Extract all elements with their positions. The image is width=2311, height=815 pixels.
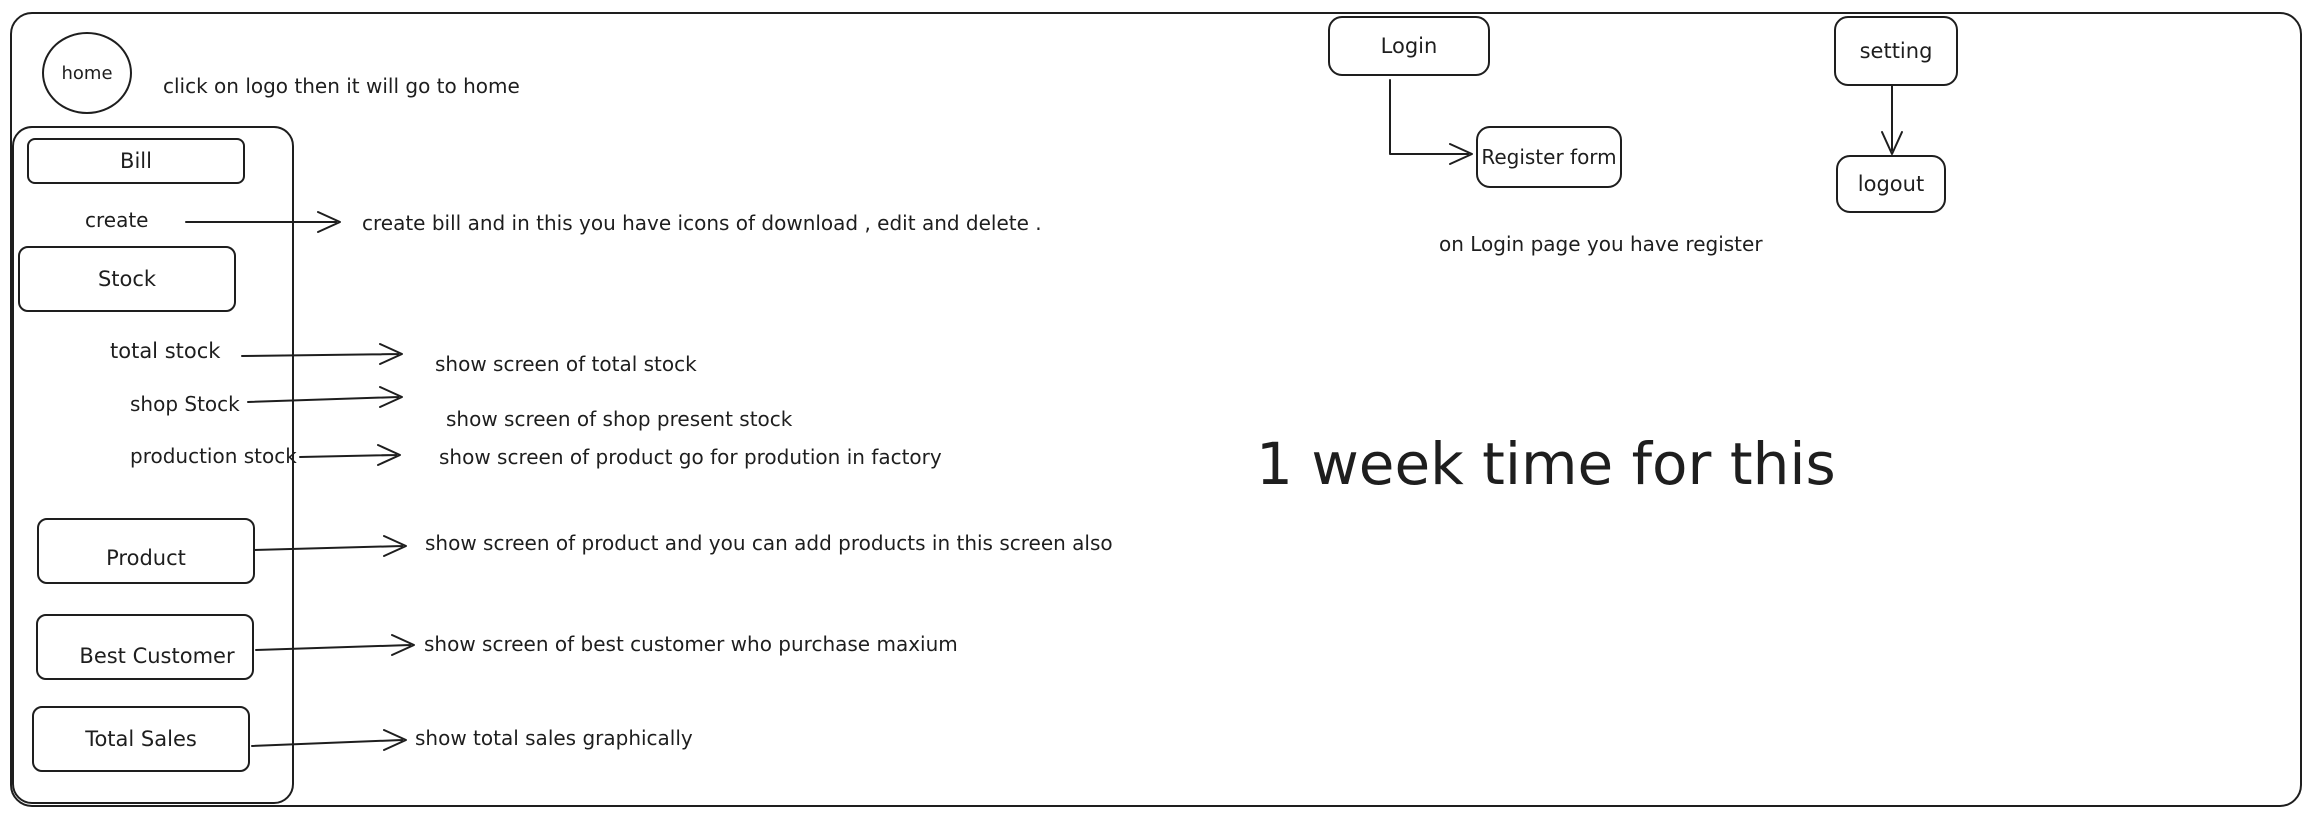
- arrow-setting-logout: [1881, 85, 1903, 155]
- setting-button-label: setting: [1859, 39, 1933, 63]
- note-create: create bill and in this you have icons o…: [362, 211, 1042, 235]
- note-total-sales: show total sales graphically: [415, 726, 693, 750]
- sidebar-item-bill[interactable]: Bill: [27, 138, 245, 184]
- headline: 1 week time for this: [1256, 430, 1836, 498]
- sidebar-item-stock[interactable]: Stock: [18, 246, 236, 312]
- sidebar-item-bill-label: Bill: [120, 149, 152, 173]
- note-product: show screen of product and you can add p…: [425, 531, 1113, 555]
- sidebar-item-total-sales[interactable]: Total Sales: [32, 706, 250, 772]
- home-note: click on logo then it will go to home: [163, 74, 520, 98]
- sidebar-item-stock-label: Stock: [97, 267, 157, 291]
- setting-button[interactable]: setting: [1834, 16, 1958, 86]
- sidebar-item-best-customer[interactable]: Best Customer: [36, 614, 254, 680]
- note-total-stock: show screen of total stock: [435, 352, 697, 376]
- login-register-note: on Login page you have register: [1439, 232, 1763, 256]
- home-logo[interactable]: home: [42, 32, 132, 114]
- login-button[interactable]: Login: [1328, 16, 1490, 76]
- sidebar-item-best-customer-label: Best Customer: [79, 644, 235, 668]
- logout-button-label: logout: [1857, 172, 1925, 196]
- note-best-customer: show screen of best customer who purchas…: [424, 632, 958, 656]
- register-form-box[interactable]: Register form: [1476, 126, 1622, 188]
- sidebar-item-production-stock[interactable]: production stock: [130, 446, 297, 466]
- home-logo-label: home: [61, 62, 113, 84]
- sidebar-item-total-stock[interactable]: total stock: [110, 341, 220, 362]
- login-button-label: Login: [1380, 34, 1438, 58]
- register-form-label: Register form: [1481, 145, 1617, 169]
- sidebar-item-total-sales-label: Total Sales: [85, 727, 197, 751]
- sidebar-item-create[interactable]: create: [85, 210, 149, 230]
- arrow-login-register: [1389, 79, 1473, 165]
- sidebar-item-product-label: Product: [106, 546, 186, 570]
- connector-layer: [185, 79, 1903, 751]
- logout-button[interactable]: logout: [1836, 155, 1946, 213]
- note-production-stock: show screen of product go for prodution …: [439, 445, 942, 469]
- sidebar-item-shop-stock[interactable]: shop Stock: [130, 394, 240, 414]
- sidebar-item-product[interactable]: Product: [37, 518, 255, 584]
- arrow-production-stock: [299, 444, 401, 466]
- note-shop-stock: show screen of shop present stock: [446, 407, 793, 431]
